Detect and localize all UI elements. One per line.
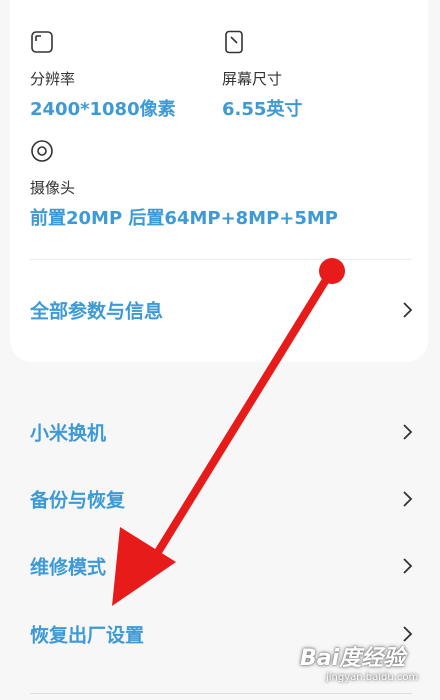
resolution-icon [31,31,53,53]
baidu-jingyan-watermark: Bai度经验 jingyan.baidu.com [300,640,430,696]
spec-resolution: 分辨率 2400*1080像素 [30,30,176,121]
screen-size-value: 6.55英寸 [222,99,303,120]
menu-item-label: 小米换机 [30,422,107,445]
camera-value: 前置20MP 后置64MP+8MP+5MP [30,208,338,229]
spec-camera: 摄像头 前置20MP 后置64MP+8MP+5MP [30,139,338,230]
chevron-right-icon [403,491,413,507]
menu-item-label: 备份与恢复 [30,489,126,512]
chevron-right-icon [403,558,413,574]
menu-item-xiaomi-switch[interactable]: 小米换机 [0,402,440,462]
chevron-right-icon [403,302,413,318]
resolution-value: 2400*1080像素 [30,99,176,120]
menu-item-label: 恢复出厂设置 [30,624,145,647]
screen-size-label: 屏幕尺寸 [222,70,283,88]
all-params-label: 全部参数与信息 [30,300,164,323]
watermark-sub: jingyan.baidu.com [326,672,419,683]
menu-item-backup-restore[interactable]: 备份与恢复 [0,469,440,529]
device-info-card: 分辨率 2400*1080像素 屏幕尺寸 6.55英寸 摄像头 前置20MP 后… [10,0,428,362]
chevron-right-icon [403,424,413,440]
resolution-label: 分辨率 [30,70,76,88]
menu-item-repair-mode[interactable]: 维修模式 [0,536,440,596]
menu-item-label: 维修模式 [30,556,107,579]
spec-screen-size: 屏幕尺寸 6.55英寸 [222,30,302,121]
camera-label: 摄像头 [30,179,76,197]
divider [30,259,412,260]
watermark-main: Bai度经验 [300,646,406,671]
camera-icon [31,140,53,162]
screen-size-icon [225,30,243,54]
all-params-row[interactable]: 全部参数与信息 [0,280,440,340]
